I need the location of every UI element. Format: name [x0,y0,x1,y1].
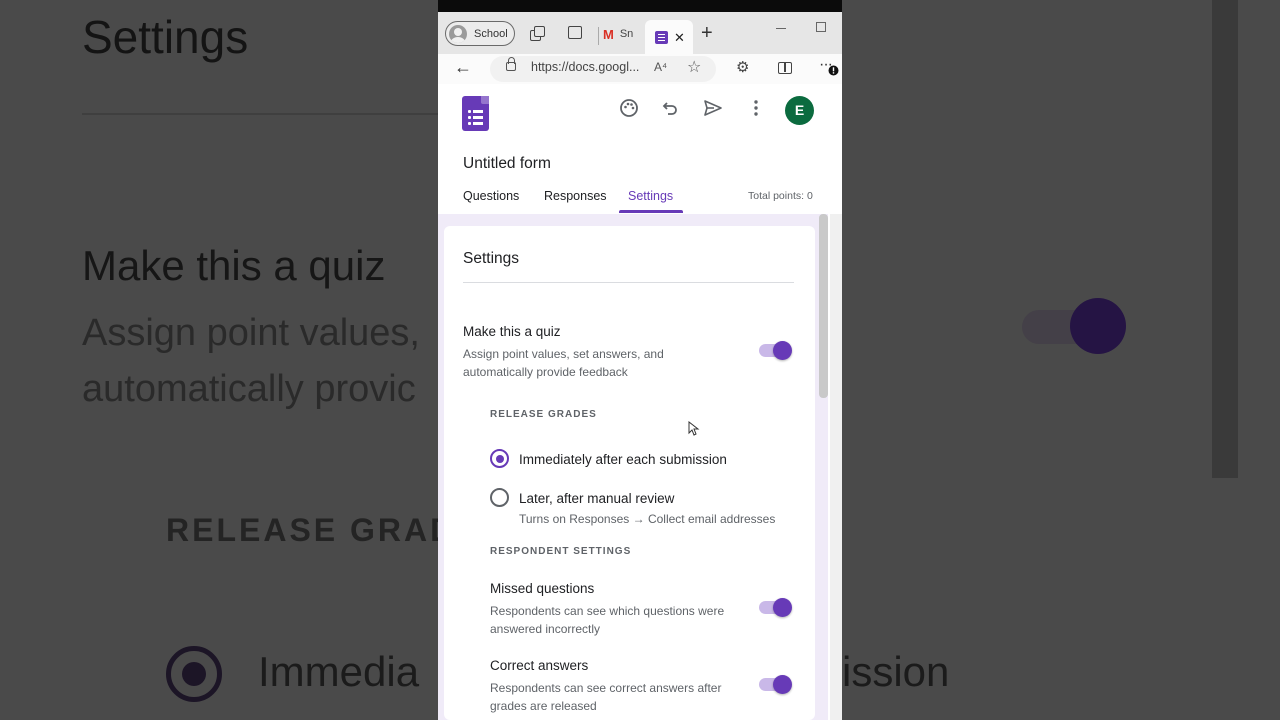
bg-auto-text: automatically provic [82,368,416,410]
account-avatar[interactable]: E [785,96,814,125]
alert-badge-icon [828,65,839,76]
radio-later[interactable] [490,488,509,507]
tab-google-forms-active[interactable]: ✕ [645,20,693,54]
correct-answers-description: Respondents can see correct answers afte… [490,681,722,713]
profile-label: School [474,27,508,40]
gmail-tab-label: Sn [619,28,634,40]
close-tab-icon[interactable]: ✕ [674,31,685,44]
back-arrow-icon[interactable]: ← [454,57,472,78]
correct-answers-toggle[interactable] [759,674,793,694]
quiz-setting-title: Make this a quiz [463,324,561,339]
form-tabs: Questions Responses Settings Total point… [438,182,828,214]
workspaces-icon[interactable] [530,26,546,42]
active-tab-indicator [619,210,683,213]
undo-icon[interactable] [659,98,683,122]
background-zoom-right: ission [842,0,1280,720]
missed-questions-description: Respondents can see which questions were… [490,604,725,636]
more-options-icon[interactable] [744,98,768,122]
browser-window: School M Sn ✕ + ← https://docs.googl... … [438,0,842,720]
tab-actions-icon[interactable] [568,26,582,39]
mouse-cursor-icon [688,421,700,436]
bg-submission-tail: ission [842,648,950,695]
radio-later-description: Turns on Responses → Collect email addre… [519,512,776,526]
settings-card-title: Settings [463,250,520,267]
split-screen-icon[interactable] [778,62,792,74]
bg-scrollbar [1212,0,1238,478]
missed-questions-title: Missed questions [490,581,595,596]
radio-later-label[interactable]: Later, after manual review [519,491,674,506]
url-text[interactable]: https://docs.googl... [531,60,639,74]
new-tab-icon[interactable]: + [701,23,713,43]
minimize-icon[interactable] [776,28,786,29]
settings-divider [463,282,794,283]
tab-questions[interactable]: Questions [463,189,519,203]
correct-answers-title: Correct answers [490,658,589,673]
tab-gmail[interactable]: M Sn [603,23,633,45]
background-zoom-left: Settings Make this a quiz Assign point v… [0,0,438,720]
bg-assign-text: Assign point values, [82,312,420,354]
google-forms-page: E Untitled form Questions Responses Sett… [438,84,842,720]
settings-card: Settings Make this a quiz Assign point v… [444,226,815,720]
bg-quiz-title: Make this a quiz [82,242,386,289]
tab-separator [598,27,599,45]
tab-responses[interactable]: Responses [544,189,607,203]
tab-bar: School M Sn ✕ + [438,12,842,54]
window-top-strip [438,0,842,12]
favorite-star-icon[interactable]: ☆ [687,57,701,77]
profile-button[interactable]: School [445,21,515,46]
form-title[interactable]: Untitled form [463,155,551,173]
radio-immediately[interactable] [490,449,509,468]
forms-favicon-icon [655,30,668,44]
address-bar: ← https://docs.googl... A⁴ ☆ ⚙ ··· [438,54,842,84]
total-points: Total points: 0 [748,190,813,202]
scrollbar-thumb[interactable] [819,214,828,398]
read-aloud-icon[interactable]: A⁴ [654,60,667,74]
release-grades-label: RELEASE GRADES [490,409,597,420]
lock-icon[interactable] [506,57,516,71]
send-icon[interactable] [701,98,725,122]
palette-icon[interactable] [617,98,641,122]
bg-settings-text: Settings [82,11,249,63]
bg-divider [82,113,438,115]
quiz-toggle[interactable] [759,340,793,360]
bg-release-label: RELEASE GRADE [166,512,438,548]
maximize-icon[interactable] [816,22,826,32]
missed-questions-toggle[interactable] [759,597,793,617]
scrollbar-track[interactable] [830,214,842,720]
radio-immediately-label[interactable]: Immediately after each submission [519,452,727,467]
google-forms-logo-icon[interactable] [462,96,489,131]
respondent-settings-label: RESPONDENT SETTINGS [490,546,632,557]
profile-avatar-icon [449,24,467,43]
gmail-icon: M [603,26,614,42]
bg-radio-icon [166,646,222,702]
bg-immediate-text: Immedia [258,648,420,695]
tab-settings[interactable]: Settings [628,189,673,203]
bg-toggle-knob [1070,298,1126,354]
quiz-setting-description: Assign point values, set answers, and au… [463,347,664,379]
extensions-icon[interactable]: ⚙ [736,58,749,76]
